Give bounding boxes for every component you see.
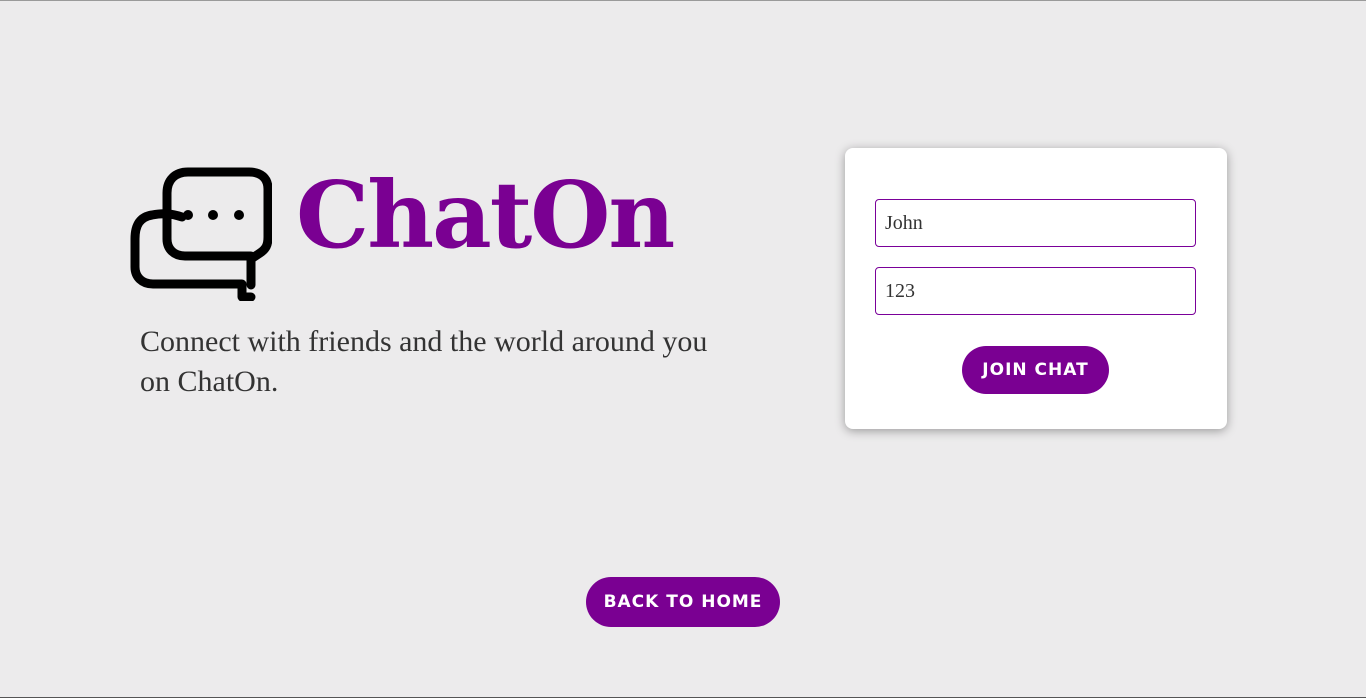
app-name: ChatOn <box>296 161 675 269</box>
chat-bubbles-icon <box>130 167 272 301</box>
back-to-home-button[interactable]: BACK TO HOME <box>586 577 780 627</box>
room-input[interactable] <box>875 267 1196 315</box>
join-chat-card: JOIN CHAT <box>845 148 1227 429</box>
brand-block: ChatOn <box>130 167 730 302</box>
tagline: Connect with friends and the world aroun… <box>140 325 708 398</box>
join-chat-page: { "colors": { "background": "#ecebec", "… <box>0 0 1366 698</box>
name-input[interactable] <box>875 199 1196 247</box>
join-chat-button[interactable]: JOIN CHAT <box>962 346 1109 394</box>
